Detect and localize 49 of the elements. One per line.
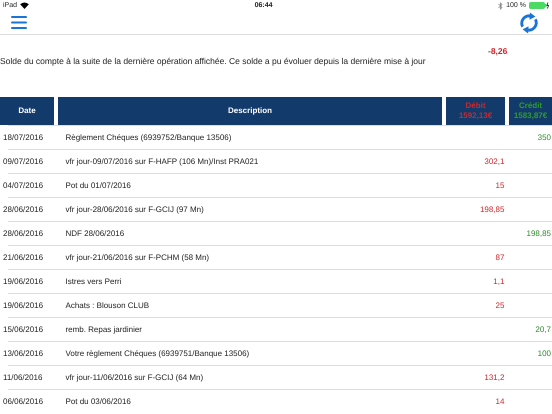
bluetooth-icon [498,2,504,10]
column-header: Date [0,97,54,125]
debit-amount: 14 [496,397,504,406]
date-cell-text: 18/07/2016 [3,133,44,142]
description-cell-text: vfr jour-28/06/2016 sur F-GCIJ (97 Mn) [64,205,205,214]
debit-amount: 87 [496,253,504,262]
debit-amount: 302,1 [484,157,504,166]
credit-amount: 198,85 [526,229,551,238]
credit-amount: 20,7 [535,325,551,334]
description-cell-text: remb. Repas jardinier [64,325,143,334]
description-cell-text: Pot du 03/06/2016 [64,397,132,406]
refresh-button[interactable] [518,12,540,34]
date-cell-text: 15/06/2016 [3,325,44,334]
debit-amount: 131,2 [484,373,504,382]
debit-amount: 198,85 [480,205,504,214]
debit-amount: 1,1 [493,277,504,286]
balance-amount: -8,26 [488,46,508,56]
description-cell-text: vfr jour-11/06/2016 sur F-GCIJ (64 Mn) [64,373,204,382]
description-cell-text: Règlement Chéques (6939752/Banque 13506) [64,133,232,142]
description-cell-text: Achats : Blouson CLUB [64,301,150,310]
description-cell-text: vfr jour-21/06/2016 sur F-PCHM (58 Mn) [64,253,210,262]
description-cell-text: Votre règlement Chéques (6939751/Banque 13506) [64,349,250,358]
date-cell-text: 06/06/2016 [3,397,44,406]
menu-icon [11,16,27,29]
date-cell-text: 28/06/2016 [3,205,44,214]
description-cell-text: vfr jour-09/07/2016 sur F-HAFP (106 Mn)/Inst PRA021 [64,157,260,166]
column-header: Crédit 1583,87€ [509,97,552,125]
date-cell-text: 11/06/2016 [3,373,44,382]
date-cell-text: 28/06/2016 [3,229,44,238]
date-cell-text: 09/07/2016 [3,157,44,166]
date-cell-text: 13/06/2016 [3,349,44,358]
debit-amount: 25 [496,301,504,310]
balance-note: Solde du compte à la suite de la dernière opération affichée. Ce solde a pu évoluer depuis la dernière mise à jour [0,55,427,68]
date-cell-text: 19/06/2016 [3,277,44,286]
battery-icon [529,2,549,9]
date-cell-text: 21/06/2016 [3,253,44,262]
date-cell-text: 04/07/2016 [3,181,44,190]
description-cell-text: NDF 28/06/2016 [64,229,126,238]
description-cell-text: Pot du 01/07/2016 [64,181,132,190]
debit-amount: 15 [496,181,504,190]
wifi-icon [20,2,30,9]
menu-button[interactable] [11,16,27,29]
credit-amount: 100 [538,349,551,358]
column-header: Description [58,97,442,125]
refresh-icon [518,12,540,34]
column-header: Débit 1592,13€ [446,97,505,125]
credit-amount: 350 [538,133,551,142]
description-cell-text: Istres vers Perri [64,277,122,286]
date-cell-text: 19/06/2016 [3,301,44,310]
